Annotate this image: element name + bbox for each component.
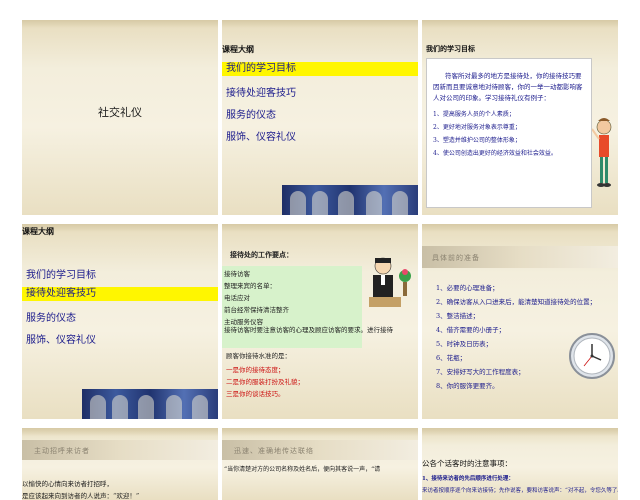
- outline-item: 服务的仪态: [26, 313, 76, 324]
- goals-list-item: 1、提高服务人员的个人素质；: [433, 111, 515, 118]
- outline-item: 接待处迎客技巧: [226, 88, 296, 99]
- slide-title-text: 社交礼仪: [98, 106, 142, 119]
- preparation-item: 7、安排好写大的工作程度表；: [436, 368, 525, 376]
- preparation-item: 8、你的服饰更要齐。: [436, 382, 499, 390]
- relay-banner-text: 迅速、准确地传达联络: [234, 447, 314, 455]
- reception-points-box: 接待访客 整理来宾的名单： 电话应对 前台经常保持清洁整齐 主动服务仪容: [222, 266, 362, 348]
- slide-relay-thumbnail[interactable]: 迅速、准确地传达联络 “当你清楚对方的公司名称及姓名后，便向其客说一声，“请: [222, 428, 418, 500]
- reception-points-title: 接待处的工作要点：: [230, 251, 293, 259]
- preparation-title: 具体前的准备: [432, 254, 480, 262]
- receptionist-cartoon-icon: [369, 257, 411, 307]
- goals-list: 1、提高服务人员的个人素质； 2、更好地对服务对象表示尊重； 3、塑造并维护公司…: [433, 108, 585, 160]
- outline-item-highlighted: 我们的学习目标: [222, 62, 418, 76]
- preparation-item: 1、必要的心理准备；: [436, 284, 499, 292]
- goals-list-item: 4、使公司创造出更好的经济效益和社会效益。: [433, 150, 557, 157]
- outline-heading: 课程大纲: [22, 227, 54, 236]
- greeting-banner-text: 主动招呼来访者: [34, 447, 90, 455]
- presenter-cartoon-icon: [592, 118, 612, 187]
- reception-check: 三是你的谈话技巧。: [226, 390, 285, 398]
- reception-point: 整理来宾的名单：: [224, 282, 276, 290]
- preparation-item: 3、整洁描述；: [436, 312, 480, 320]
- slide-outline-thumbnail-1[interactable]: 课程大纲 我们的学习目标 接待处迎客技巧 服务的仪态 服饰、仪容礼仪: [222, 20, 418, 215]
- notes-subheading: 1、接待来访者的先后顺序进行处理：: [422, 476, 514, 482]
- greeting-line: 是应该起来向到访者的人说声：“欢迎！”: [22, 492, 140, 500]
- notes-line: 来访者按顺序逐个向来访接待；先作说客，要和访客说声：“对不起，令您久等了。”: [422, 488, 618, 494]
- business-people-photo: [82, 389, 218, 419]
- outline-item: 服饰、仪容礼仪: [226, 132, 296, 143]
- outline-item: 服饰、仪容礼仪: [26, 335, 96, 346]
- clock-icon: [569, 333, 615, 379]
- slide-reception-points-thumbnail[interactable]: 接待处的工作要点： 接待访客 整理来宾的名单： 电话应对 前台经常保持清洁整齐 …: [222, 224, 418, 419]
- goals-heading: 我们的学习目标: [426, 45, 475, 53]
- outline-heading: 课程大纲: [222, 45, 254, 54]
- slide-learning-goals-thumbnail[interactable]: 我们的学习目标 符客所对最多的地方是接待处，你的接待技巧要因新而且要诚意地对待顾…: [422, 20, 618, 215]
- outline-item-highlighted: 接待处迎客技巧: [22, 287, 218, 301]
- preparation-item: 5、时钟及日历表；: [436, 340, 493, 348]
- preparation-item: 6、花瓶；: [436, 354, 467, 362]
- preparation-item: 2、确保访客从入口进来后，能清楚知道接待处的位置；: [436, 298, 597, 306]
- reception-point: 电话应对: [224, 294, 250, 302]
- notes-title: 公各个话客时的注意事项：: [422, 459, 512, 468]
- slide-title-thumbnail[interactable]: 社交礼仪: [22, 20, 218, 215]
- goals-list-item: 2、更好地对服务对象表示尊重；: [433, 124, 521, 131]
- outline-item: 服务的仪态: [226, 110, 276, 121]
- slide-greeting-thumbnail[interactable]: 主动招呼来访者 以愉快的心情向来访者打招呼， 是应该起来向到访者的人说声：“欢迎…: [22, 428, 218, 500]
- reception-note: 接待访客时要注意访客的心理及顾应访客的要求。进行接待: [224, 326, 393, 334]
- reception-point: 前台经常保持清洁整齐: [224, 306, 289, 314]
- goals-textbox: 符客所对最多的地方是接待处，你的接待技巧要因新而且要诚意地对待顾客，你的一举一动…: [426, 58, 592, 208]
- relay-line: “当你清楚对方的公司名称及姓名后，便向其客说一声，“请: [224, 466, 381, 473]
- reception-check: 一是你的接待态度；: [226, 366, 285, 374]
- goals-paragraph: 符客所对最多的地方是接待处，你的接待技巧要因新而且要诚意地对待顾客，你的一举一动…: [433, 72, 583, 102]
- goals-list-item: 3、塑造并维护公司的整体形象；: [433, 137, 521, 144]
- reception-point: 接待访客: [224, 270, 250, 278]
- greeting-line: 以愉快的心情向来访者打招呼，: [22, 480, 113, 488]
- slide-preparation-thumbnail[interactable]: 具体前的准备 1、必要的心理准备； 2、确保访客从入口进来后，能清楚知道接待处的…: [422, 224, 618, 419]
- reception-question: 顾客你接待水准的是：: [226, 352, 291, 360]
- business-people-photo: [282, 185, 418, 215]
- reception-check: 二是你的服装打扮及礼貌；: [226, 378, 304, 386]
- slide-notes-thumbnail[interactable]: 公各个话客时的注意事项： 1、接待来访者的先后顺序进行处理： 来访者按顺序逐个向…: [422, 428, 618, 500]
- preparation-item: 4、借齐需要的小册子；: [436, 326, 506, 334]
- slide-outline-thumbnail-2[interactable]: 课程大纲 我们的学习目标 接待处迎客技巧 服务的仪态 服饰、仪容礼仪: [22, 224, 218, 419]
- outline-item: 我们的学习目标: [26, 270, 96, 281]
